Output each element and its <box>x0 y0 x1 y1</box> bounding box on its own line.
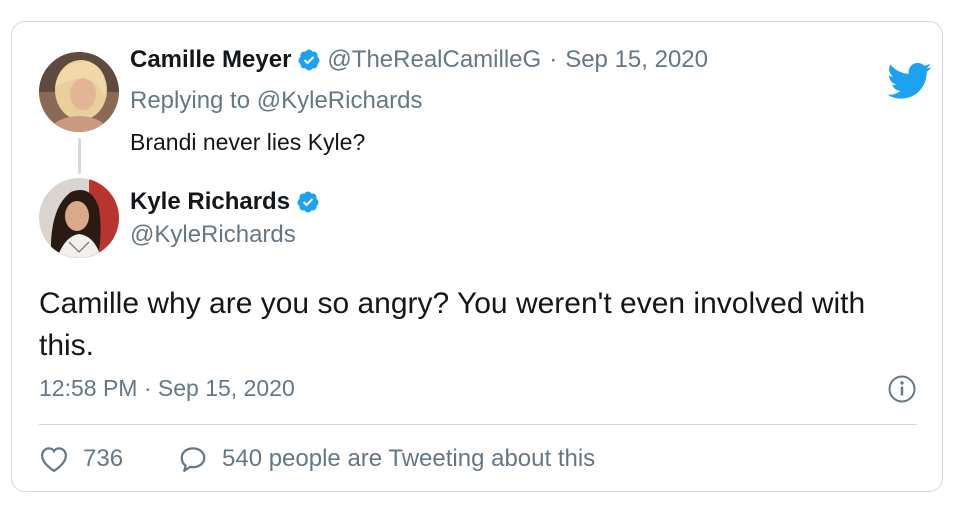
quoted-tweet-header: Camille Meyer @TheRealCamilleG · Sep 15,… <box>130 46 708 74</box>
tweeting-about-action[interactable]: 540 people are Tweeting about this <box>178 445 595 473</box>
quoted-author-handle[interactable]: @TheRealCamilleG <box>327 46 541 74</box>
avatar-camille-image <box>39 52 119 132</box>
tweet-timestamp[interactable]: 12:58 PM · Sep 15, 2020 <box>39 375 295 402</box>
tweet-divider <box>39 424 917 425</box>
main-tweet-text: Camille why are you so angry? You weren'… <box>39 287 866 362</box>
replying-to-handle[interactable]: @KyleRichards <box>257 87 423 114</box>
header-separator: · <box>549 46 558 73</box>
twitter-bird-icon[interactable] <box>888 62 932 100</box>
tweeting-about-text: 540 people are Tweeting about this <box>222 445 596 472</box>
verified-badge-icon <box>297 191 319 213</box>
quoted-author-name[interactable]: Camille Meyer <box>130 46 291 74</box>
thread-connector-line <box>78 138 81 174</box>
replying-to-line: Replying to @KyleRichards <box>130 87 423 115</box>
reply-bubble-icon <box>180 447 206 472</box>
avatar-kyle-image <box>39 178 119 258</box>
verified-badge-icon <box>298 49 320 71</box>
main-author-handle[interactable]: @KyleRichards <box>130 221 296 249</box>
replying-prefix: Replying to <box>130 87 257 114</box>
avatar-camille-meyer[interactable] <box>39 52 119 132</box>
avatar-kyle-richards[interactable] <box>39 178 119 258</box>
main-author-name[interactable]: Kyle Richards <box>130 188 290 216</box>
quoted-tweet-date[interactable]: Sep 15, 2020 <box>565 46 708 74</box>
main-tweet-header: Kyle Richards <box>130 188 326 216</box>
quoted-tweet-text: Brandi never lies Kyle? <box>130 129 366 155</box>
like-action[interactable]: 736 <box>39 445 123 473</box>
info-icon[interactable] <box>887 374 917 404</box>
embedded-tweet-card[interactable]: Camille Meyer @TheRealCamilleG · Sep 15,… <box>11 21 943 492</box>
like-count: 736 <box>83 445 124 472</box>
heart-icon <box>40 447 68 473</box>
